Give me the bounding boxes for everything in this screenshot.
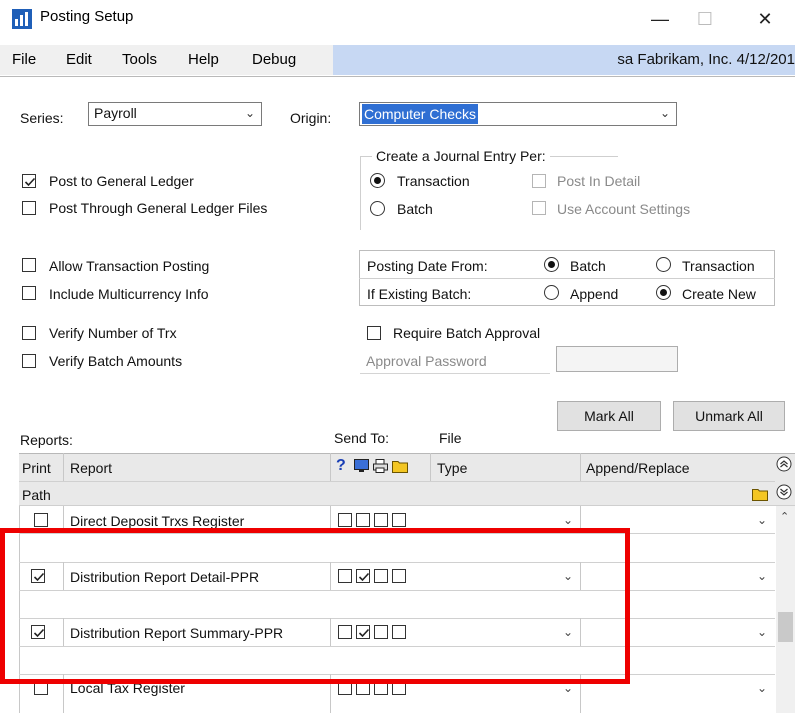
append-dropdown-chevron-icon[interactable]: ⌄ [757, 569, 767, 583]
menu-tools[interactable]: Tools [122, 51, 157, 68]
allow-transaction-posting-checkbox[interactable] [22, 258, 36, 272]
header-col-line [430, 453, 431, 481]
scrollbar-thumb[interactable] [778, 612, 793, 642]
header-col-line [330, 453, 331, 481]
collapse-up-icon[interactable] [776, 456, 792, 472]
reports-label: Reports: [20, 432, 73, 448]
row-print-checkbox[interactable] [34, 513, 48, 527]
append-dropdown-chevron-icon[interactable]: ⌄ [757, 625, 767, 639]
expand-down-icon[interactable] [776, 484, 792, 500]
screen-icon[interactable] [354, 459, 369, 473]
menu-separator [0, 76, 795, 77]
maximize-button[interactable]: ☐ [685, 4, 725, 34]
file-label: File [439, 430, 462, 446]
highlight-annotation-box [0, 528, 630, 684]
folder-icon[interactable] [752, 487, 768, 501]
journal-batch-label: Batch [397, 201, 433, 217]
menu-file[interactable]: File [12, 51, 36, 68]
scroll-up-icon[interactable]: ⌃ [780, 510, 789, 523]
journal-batch-radio[interactable] [370, 201, 385, 216]
origin-value: Computer Checks [362, 104, 479, 124]
post-in-detail-label: Post In Detail [557, 173, 641, 189]
send-to-label: Send To: [334, 430, 390, 446]
type-dropdown-chevron-icon[interactable]: ⌄ [563, 513, 573, 527]
existing-batch-label: If Existing Batch: [367, 286, 472, 302]
posting-date-transaction-label: Transaction [682, 258, 755, 274]
verify-batch-amounts-checkbox[interactable] [22, 354, 36, 368]
journal-transaction-radio[interactable] [370, 173, 385, 188]
post-to-gl-checkbox[interactable] [22, 174, 36, 188]
post-to-gl-label: Post to General Ledger [49, 173, 194, 189]
close-button[interactable]: ✕ [745, 4, 785, 34]
post-through-gl-files-checkbox[interactable] [22, 201, 36, 215]
unmark-all-button[interactable]: Unmark All [673, 401, 785, 431]
origin-dropdown[interactable]: Computer Checks ⌄ [359, 102, 677, 126]
journal-transaction-label: Transaction [397, 173, 470, 189]
menu-edit[interactable]: Edit [66, 51, 92, 68]
chevron-down-icon: ⌄ [659, 106, 670, 120]
approval-password-underline [360, 373, 550, 374]
require-batch-approval-label: Require Batch Approval [393, 325, 541, 341]
allow-transaction-posting-label: Allow Transaction Posting [49, 258, 210, 274]
row-printer-checkbox[interactable] [356, 513, 370, 527]
mark-all-label: Mark All [584, 408, 634, 424]
minimize-button[interactable]: — [640, 4, 680, 34]
window-title: Posting Setup [40, 8, 134, 25]
journal-entry-group [360, 156, 618, 230]
grid-scrollbar[interactable] [776, 506, 795, 713]
row-report-name: Direct Deposit Trxs Register [70, 513, 245, 529]
use-account-settings-label: Use Account Settings [557, 201, 691, 217]
header-col-line [63, 453, 64, 481]
use-account-settings-checkbox[interactable] [532, 201, 546, 215]
header-col-line [580, 453, 581, 481]
posting-date-transaction-radio[interactable] [656, 257, 671, 272]
header-type[interactable]: Type [437, 460, 467, 476]
header-divider [19, 481, 775, 482]
posting-date-label: Posting Date From: [367, 258, 488, 274]
verify-number-trx-label: Verify Number of Trx [49, 325, 177, 341]
header-report[interactable]: Report [70, 460, 112, 476]
chart-app-icon [12, 9, 32, 29]
approval-password-input[interactable] [556, 346, 678, 372]
require-batch-approval-checkbox[interactable] [367, 326, 381, 340]
existing-batch-append-radio[interactable] [544, 285, 559, 300]
row-extra-checkbox[interactable] [392, 513, 406, 527]
posting-options-divider [359, 278, 775, 279]
chevron-down-icon: ⌄ [244, 106, 255, 120]
series-label: Series: [20, 110, 64, 126]
header-append-replace[interactable]: Append/Replace [586, 460, 690, 476]
verify-number-trx-checkbox[interactable] [22, 326, 36, 340]
append-dropdown-chevron-icon[interactable]: ⌄ [757, 513, 767, 527]
include-multicurrency-label: Include Multicurrency Info [49, 286, 209, 302]
append-dropdown-chevron-icon[interactable]: ⌄ [757, 681, 767, 695]
menu-debug[interactable]: Debug [252, 51, 296, 68]
post-through-gl-files-label: Post Through General Ledger Files [49, 200, 268, 216]
existing-batch-create-new-label: Create New [682, 286, 756, 302]
header-print[interactable]: Print [22, 460, 51, 476]
posting-date-batch-label: Batch [570, 258, 606, 274]
journal-entry-legend: Create a Journal Entry Per: [372, 148, 550, 164]
user-info-text: sa Fabrikam, Inc. 4/12/201 [617, 51, 795, 68]
approval-password-label: Approval Password [366, 353, 487, 369]
origin-label: Origin: [290, 110, 332, 126]
existing-batch-create-new-radio[interactable] [656, 285, 671, 300]
unmark-all-label: Unmark All [695, 408, 763, 424]
header-path[interactable]: Path [22, 487, 51, 503]
existing-batch-append-label: Append [570, 286, 619, 302]
row-file-checkbox[interactable] [374, 513, 388, 527]
mark-all-button[interactable]: Mark All [557, 401, 661, 431]
row-screen-checkbox[interactable] [338, 513, 352, 527]
user-info-bar: sa Fabrikam, Inc. 4/12/201 [333, 45, 795, 75]
series-value: Payroll [94, 105, 137, 121]
post-in-detail-checkbox[interactable] [532, 174, 546, 188]
include-multicurrency-checkbox[interactable] [22, 286, 36, 300]
posting-date-batch-radio[interactable] [544, 257, 559, 272]
series-dropdown[interactable]: Payroll ⌄ [88, 102, 262, 126]
folder-icon[interactable] [392, 459, 408, 473]
help-question-icon[interactable]: ? [336, 457, 346, 475]
verify-batch-amounts-label: Verify Batch Amounts [49, 353, 183, 369]
menu-help[interactable]: Help [188, 51, 219, 68]
printer-icon[interactable] [373, 459, 388, 473]
